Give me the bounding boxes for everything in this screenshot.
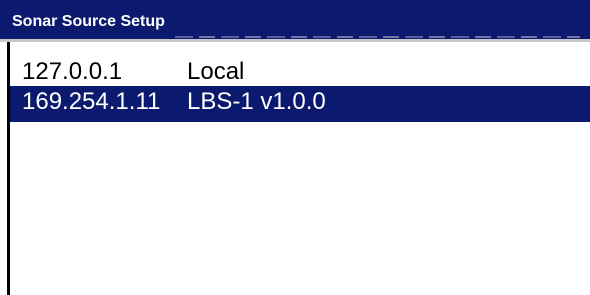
- source-name: LBS-1 v1.0.0: [187, 88, 326, 115]
- source-address: 127.0.0.1: [22, 58, 123, 85]
- title-bar: Sonar Source Setup: [0, 0, 590, 42]
- source-address: 169.254.1.11: [22, 88, 161, 115]
- list-item-selected[interactable]: 169.254.1.11 LBS-1 v1.0.0: [10, 86, 590, 122]
- sonar-source-setup-window: Sonar Source Setup 127.0.0.1 Local 169.2…: [0, 0, 590, 295]
- title-bar-divider: [175, 36, 580, 38]
- source-name: Local: [187, 58, 245, 85]
- sonar-source-list[interactable]: 127.0.0.1 Local 169.254.1.11 LBS-1 v1.0.…: [10, 46, 590, 295]
- window-title: Sonar Source Setup: [12, 13, 165, 30]
